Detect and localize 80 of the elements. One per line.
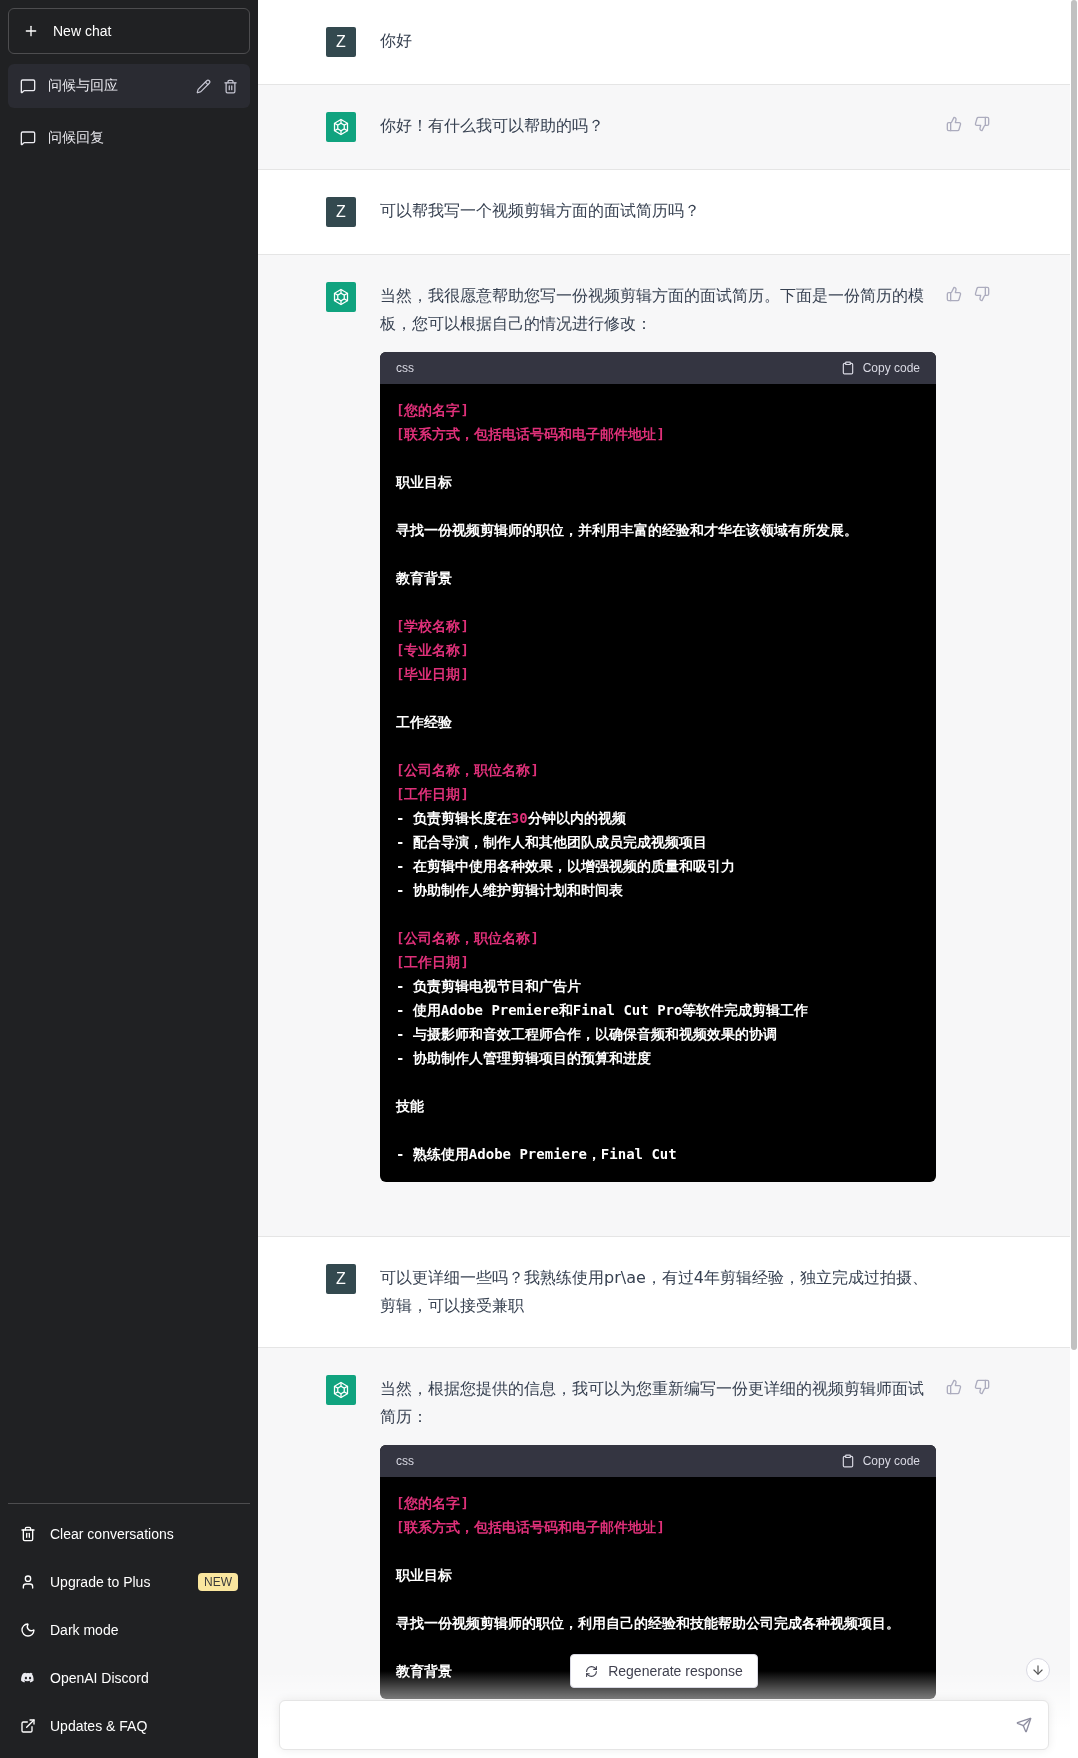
sidebar-link[interactable]: Upgrade to Plus NEW: [8, 1558, 250, 1606]
code-line: 教育背景: [396, 569, 452, 588]
external-link-icon: [20, 1718, 36, 1734]
code-line: - 熟练使用Adobe Premiere，Final Cut: [396, 1145, 677, 1164]
code-line: 寻找一份视频剪辑师的职位，并利用丰富的经验和才华在该领域有所发展。: [396, 521, 858, 540]
user-avatar: Z: [326, 27, 356, 57]
scrollbar-thumb[interactable]: [1071, 0, 1077, 1350]
sidebar-link[interactable]: Updates & FAQ: [8, 1702, 250, 1750]
clipboard-icon: [840, 361, 855, 375]
copy-code-button[interactable]: Copy code: [840, 361, 920, 375]
thumbs-up-icon[interactable]: [946, 116, 962, 132]
code-line: - 负责剪辑电视节目和广告片: [396, 977, 581, 996]
trash-icon[interactable]: [223, 78, 238, 94]
edit-icon[interactable]: [196, 78, 211, 94]
code-line: [公司名称，职位名称]: [396, 929, 539, 948]
thumbs-down-icon[interactable]: [974, 1379, 990, 1395]
code-line: - 配合导演，制作人和其他团队成员完成视频项目: [396, 833, 707, 852]
code-line: 工作经验: [396, 713, 452, 732]
conversation-title: 问候回复: [48, 129, 105, 147]
user-avatar: Z: [326, 197, 356, 227]
thumbs-down-icon[interactable]: [974, 116, 990, 132]
code-line: - 负责剪辑长度在30分钟以内的视频: [396, 809, 626, 828]
sidebar-link-label: Updates & FAQ: [50, 1718, 149, 1734]
thumbs-down-icon[interactable]: [974, 286, 990, 302]
sidebar-link-label: Clear conversations: [50, 1526, 175, 1542]
code-line: - 使用Adobe Premiere和Final Cut Pro等软件完成剪辑工作: [396, 1001, 809, 1020]
trash-icon: [20, 1526, 36, 1542]
sidebar-link-label: Upgrade to Plus: [50, 1574, 152, 1590]
message-text: 你好: [380, 30, 413, 52]
new-chat-button[interactable]: New chat: [8, 8, 250, 54]
user-icon: [20, 1574, 36, 1590]
plus-icon: [23, 23, 39, 39]
moon-icon: [20, 1622, 36, 1638]
sidebar-link-label: Dark mode: [50, 1622, 120, 1638]
message-input[interactable]: [279, 1700, 1049, 1750]
regenerate-button[interactable]: Regenerate response: [570, 1654, 758, 1688]
thumbs-up-icon[interactable]: [946, 1379, 962, 1395]
code-line: [工作日期]: [396, 785, 469, 804]
message-text: 当然，我很愿意帮助您写一份视频剪辑方面的面试简历。下面是一份简历的模板，您可以根据自己的情况进行修改：: [380, 285, 925, 335]
chat-bubble-icon: [20, 130, 36, 146]
code-line: [您的名字]: [396, 1494, 469, 1513]
user-avatar: Z: [326, 1264, 356, 1294]
sidebar-link[interactable]: Dark mode: [8, 1606, 250, 1654]
conversation-title: 问候与回应: [48, 77, 119, 95]
thumbs-up-icon[interactable]: [946, 286, 962, 302]
code-line: - 与摄影师和音效工程师合作，以确保音频和视频效果的协调: [396, 1025, 777, 1044]
sidebar-link[interactable]: Clear conversations: [8, 1510, 250, 1558]
arrow-down-icon: [1031, 1663, 1045, 1677]
sidebar-link-label: OpenAI Discord: [50, 1670, 150, 1686]
code-line: [工作日期]: [396, 953, 469, 972]
code-language: css: [396, 361, 414, 375]
send-icon[interactable]: [1016, 1717, 1032, 1733]
code-line: [公司名称，职位名称]: [396, 761, 539, 780]
new-badge: NEW: [198, 1573, 238, 1591]
message-text: 可以更详细一些吗？我熟练使用pr\ae，有过4年剪辑经验，独立完成过拍摄、剪辑，可以接受兼职: [380, 1267, 929, 1317]
conversation-item[interactable]: 问候与回应: [8, 64, 250, 108]
code-line: 职业目标: [396, 473, 452, 492]
conversation-item[interactable]: 问候回复: [8, 116, 250, 160]
code-line: 技能: [396, 1097, 424, 1116]
refresh-icon: [585, 1664, 599, 1678]
copy-code-button[interactable]: Copy code: [840, 1454, 920, 1468]
message-text: 可以帮我写一个视频剪辑方面的面试简历吗？: [380, 200, 701, 222]
code-line: [联系方式，包括电话号码和电子邮件地址]: [396, 425, 665, 444]
code-line: [毕业日期]: [396, 665, 469, 684]
code-line: 教育背景: [396, 1662, 452, 1681]
code-line: - 在剪辑中使用各种效果，以增强视频的质量和吸引力: [396, 857, 735, 876]
clipboard-icon: [840, 1454, 855, 1468]
sidebar-link[interactable]: OpenAI Discord: [8, 1654, 250, 1702]
code-line: [学校名称]: [396, 617, 469, 636]
code-language: css: [396, 1454, 414, 1468]
code-line: [联系方式，包括电话号码和电子邮件地址]: [396, 1518, 665, 1537]
code-line: 寻找一份视频剪辑师的职位，利用自己的经验和技能帮助公司完成各种视频项目。: [396, 1614, 900, 1633]
message-text: 当然，根据您提供的信息，我可以为您重新编写一份更详细的视频剪辑师面试简历：: [380, 1378, 925, 1428]
code-line: [您的名字]: [396, 401, 469, 420]
code-line: - 协助制作人维护剪辑计划和时间表: [396, 881, 623, 900]
code-line: [专业名称]: [396, 641, 469, 660]
code-line: 职业目标: [396, 1566, 452, 1585]
message-text: 你好！有什么我可以帮助的吗？: [380, 115, 605, 137]
code-line: - 协助制作人管理剪辑项目的预算和进度: [396, 1049, 651, 1068]
chat-bubble-icon: [20, 78, 36, 94]
